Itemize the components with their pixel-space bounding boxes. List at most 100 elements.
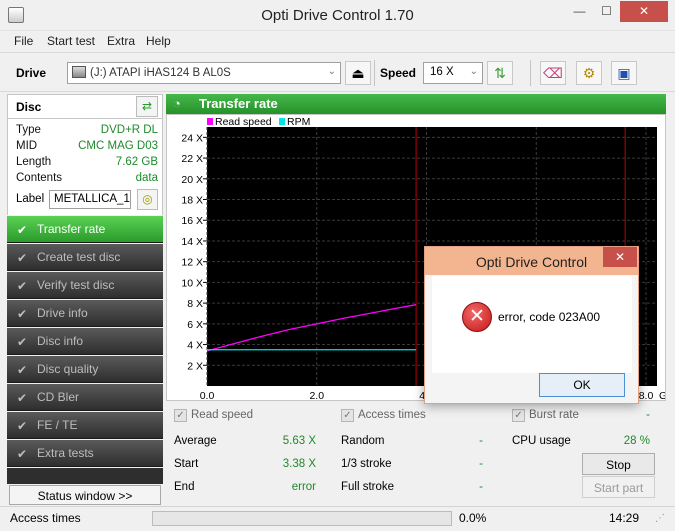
end-value: error (291, 481, 316, 493)
status-bar: Access times 0.0% 14:29 ⋰ (0, 506, 675, 531)
x-tick-label: 0.0 (200, 390, 215, 400)
menu-help[interactable]: Help (146, 34, 171, 48)
drive-label: Drive (16, 66, 47, 80)
save-icon: ▣ (617, 65, 631, 81)
nav-drive-info[interactable]: ✔ Drive info (7, 300, 163, 327)
minimize-button[interactable]: — (566, 1, 593, 21)
disc-key: Contents (16, 172, 63, 184)
nav-label: Drive info (37, 306, 88, 320)
full-stroke-label: Full stroke (341, 481, 395, 493)
cd-bler-icon: ✔ (17, 391, 28, 405)
nav-extra-tests[interactable]: ✔ Extra tests (7, 440, 163, 467)
disc-quality-icon: ✔ (17, 363, 28, 377)
third-stroke-value: - (479, 458, 483, 470)
resize-grip-icon[interactable]: ⋰ (655, 513, 665, 524)
nav-label: Disc quality (37, 362, 99, 376)
refresh-icon: ⇄ (141, 99, 153, 113)
access-times-checkbox[interactable]: ✓ (341, 409, 354, 422)
burst-rate-label: Burst rate (529, 409, 579, 421)
y-tick-label: 10 X (181, 277, 203, 289)
progress-bar (152, 511, 452, 526)
disc-icon: ◎ (142, 192, 153, 206)
clock-text: 14:29 (609, 511, 640, 525)
refresh-disc-button[interactable]: ⇄ (136, 96, 158, 117)
ok-button[interactable]: OK (539, 373, 625, 397)
y-tick-label: 18 X (181, 195, 203, 207)
disc-key: MID (16, 140, 38, 152)
disc-row-contents: Contents data (16, 172, 158, 189)
disc-key: Length (16, 156, 52, 168)
refresh-speed-button[interactable]: ⇅ (487, 61, 513, 85)
settings-button[interactable]: ⚙ (576, 61, 602, 85)
nav-create-test-disc[interactable]: ✔ Create test disc (7, 244, 163, 271)
transfer-rate-icon: ◔ (173, 96, 181, 111)
transfer-rate-header: ◔ Transfer rate (166, 94, 666, 114)
cpu-usage-label: CPU usage (512, 435, 571, 447)
stop-button[interactable]: Stop (582, 453, 655, 475)
disc-label-field[interactable]: METALLICA_1 (49, 190, 131, 209)
erase-button[interactable]: ⌫ (540, 61, 566, 85)
legend-label: Read speed (215, 116, 272, 128)
disc-label-button[interactable]: ◎ (137, 189, 158, 210)
nav-disc-info[interactable]: ✔ Disc info (7, 328, 163, 355)
disc-value: data (135, 172, 158, 184)
speed-select[interactable]: 16 X ⌄ (423, 62, 483, 84)
disc-key: Type (16, 124, 41, 136)
x-tick-label: 2.0 (309, 390, 324, 400)
dialog-close-button[interactable]: ✕ (603, 247, 637, 267)
menu-bar: File Start test Extra Help (0, 31, 675, 52)
nav-label: Create test disc (37, 250, 121, 264)
access-times-label: Access times (358, 409, 426, 421)
progress-text: 0.0% (459, 511, 487, 525)
average-label: Average (174, 435, 217, 447)
y-tick-label: 14 X (181, 236, 203, 248)
speed-value: 16 X (430, 66, 454, 78)
random-value: - (479, 435, 483, 447)
y-tick-label: 8 X (187, 298, 203, 310)
eraser-icon: ⌫ (543, 65, 563, 81)
menu-file[interactable]: File (14, 34, 33, 48)
read-speed-checkbox[interactable]: ✓ (174, 409, 187, 422)
nav-filler (7, 468, 163, 484)
close-button[interactable]: ✕ (620, 1, 668, 22)
refresh-icon: ⇅ (494, 65, 506, 81)
menu-start-test[interactable]: Start test (47, 34, 95, 48)
burst-rate-checkbox[interactable]: ✓ (512, 409, 525, 422)
y-tick-label: 6 X (187, 319, 203, 331)
nav-label: CD Bler (37, 390, 80, 404)
nav-cd-bler[interactable]: ✔ CD Bler (7, 384, 163, 411)
disc-row-mid: MID CMC MAG D03 (16, 140, 158, 157)
start-label: Start (174, 458, 199, 470)
legend-swatch (279, 118, 285, 125)
third-stroke-label: 1/3 stroke (341, 458, 392, 470)
nav-fe-te[interactable]: ✔ FE / TE (7, 412, 163, 439)
transfer-rate-icon: ✔ (17, 223, 28, 237)
legend-swatch (207, 118, 213, 125)
eject-icon: ⏏ (351, 65, 365, 81)
gear-icon: ⚙ (582, 65, 596, 81)
error-icon: ✕ (462, 302, 492, 332)
end-label: End (174, 481, 195, 493)
error-dialog: Opti Drive Control ✕ ✕ error, code 023A0… (424, 246, 639, 404)
disc-row-type: Type DVD+R DL (16, 124, 158, 141)
menu-extra[interactable]: Extra (107, 34, 135, 48)
y-tick-label: 12 X (181, 257, 203, 269)
nav-disc-quality[interactable]: ✔ Disc quality (7, 356, 163, 383)
nav-label: Extra tests (37, 446, 94, 460)
start-part-button[interactable]: Start part (582, 476, 655, 498)
save-button[interactable]: ▣ (611, 61, 637, 85)
label-key: Label (16, 193, 45, 205)
fe-te-icon: ✔ (17, 419, 28, 433)
maximize-button[interactable]: ☐ (593, 1, 620, 21)
average-value: 5.63 X (282, 435, 316, 447)
nav-transfer-rate[interactable]: ✔ Transfer rate (7, 216, 163, 243)
drive-value: (J:) ATAPI iHAS124 B AL0S (90, 67, 231, 79)
nav-label: Transfer rate (37, 222, 106, 236)
eject-button[interactable]: ⏏ (345, 61, 371, 85)
disc-title: Disc (16, 100, 42, 114)
nav-verify-test-disc[interactable]: ✔ Verify test disc (7, 272, 163, 299)
y-tick-label: 22 X (181, 153, 203, 165)
status-window-button[interactable]: Status window >> (9, 485, 161, 505)
disc-value: CMC MAG D03 (78, 140, 158, 152)
drive-select[interactable]: (J:) ATAPI iHAS124 B AL0S ⌄ (67, 62, 341, 84)
